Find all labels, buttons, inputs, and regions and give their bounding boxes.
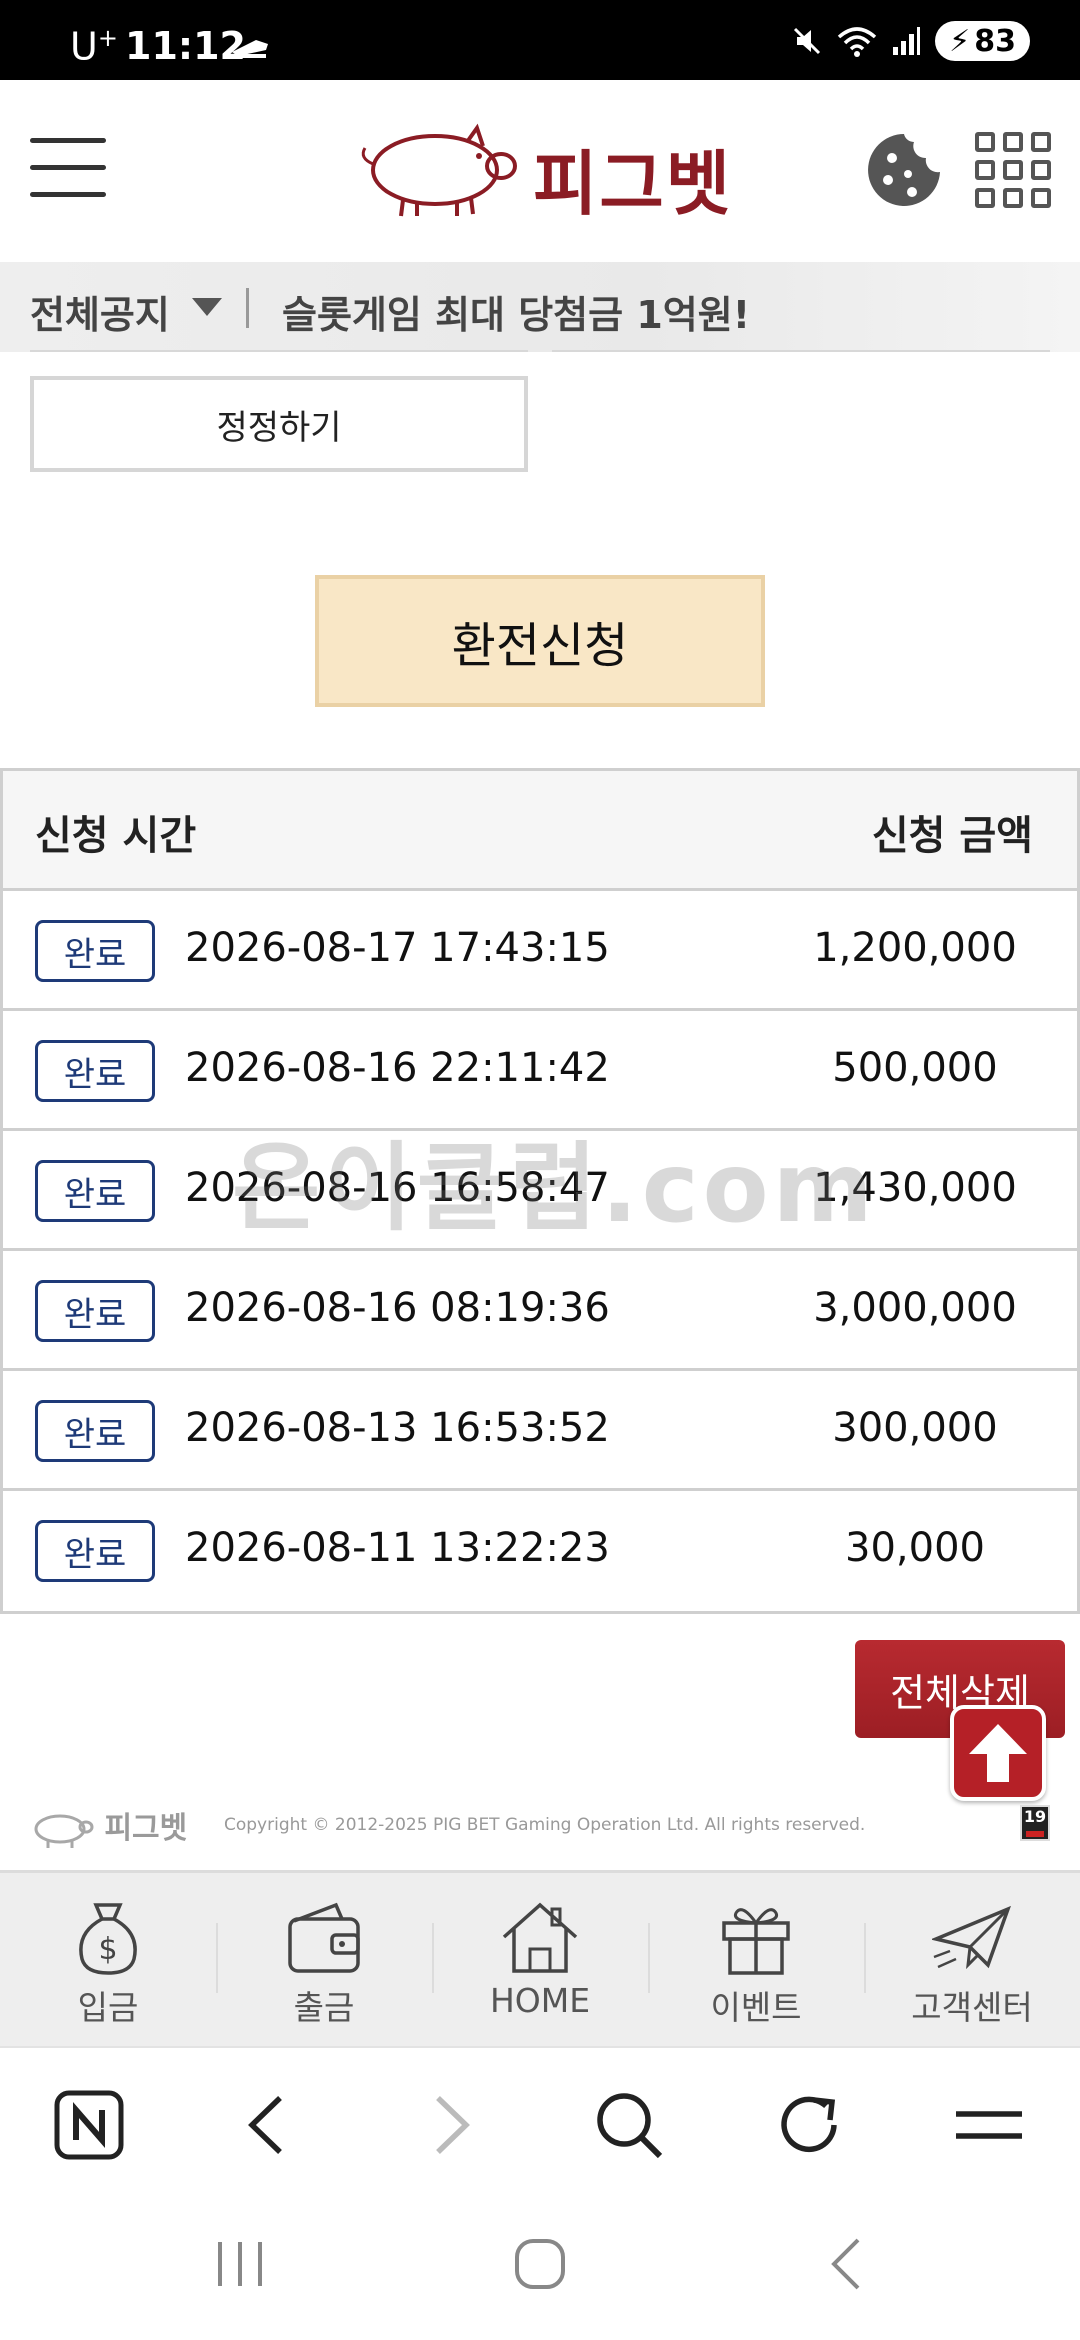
request-time: 2026-08-16 16:58:47: [185, 1165, 610, 1211]
pig-icon: [34, 1814, 94, 1848]
pig-icon: [361, 123, 517, 217]
divider: [246, 288, 249, 328]
notice-bar[interactable]: 전체공지 슬롯게임 최대 당첨금 1억원!: [0, 262, 1080, 352]
money-bag-icon: $: [79, 1903, 137, 1975]
status-badge: 완료: [35, 1520, 155, 1582]
gift-icon: [722, 1908, 790, 1975]
table-row: 완료 2026-08-11 13:22:23 30,000: [3, 1491, 1077, 1611]
menu-icon[interactable]: [30, 132, 106, 204]
nav-withdraw[interactable]: 출금: [216, 1873, 432, 2046]
footer-logo: 피그벳: [30, 1803, 187, 1849]
system-navigation: [0, 2196, 1080, 2340]
notice-text[interactable]: 슬롯게임 최대 당첨금 1억원!: [282, 284, 750, 339]
request-amount: 1,430,000: [813, 1165, 1017, 1211]
nav-home[interactable]: HOME: [432, 1873, 648, 2046]
nav-label: 출금: [293, 1988, 355, 2027]
withdrawal-history-table: 신청 시간 신청 금액 완료 2026-08-17 17:43:15 1,200…: [0, 768, 1080, 1614]
status-badge: 완료: [35, 920, 155, 982]
back-icon[interactable]: [234, 2090, 304, 2160]
status-badge: 완료: [35, 1040, 155, 1102]
nav-support[interactable]: 고객센터: [864, 1873, 1080, 2046]
search-icon[interactable]: [594, 2090, 664, 2160]
status-icons: ⚡ 83: [791, 18, 1030, 64]
menu-icon[interactable]: [954, 2090, 1024, 2160]
house-icon: [502, 1902, 578, 1973]
request-time: 2026-08-13 16:53:52: [185, 1405, 610, 1451]
chevron-down-icon[interactable]: [192, 298, 222, 316]
logo-text: 피그벳: [533, 143, 733, 225]
request-amount: 300,000: [832, 1405, 998, 1451]
refresh-icon[interactable]: [774, 2090, 844, 2160]
column-header-time: 신청 시간: [35, 813, 197, 859]
request-amount: 500,000: [832, 1045, 998, 1091]
paper-plane-icon: [932, 1905, 1011, 1970]
naver-home-icon[interactable]: [54, 2090, 124, 2160]
table-row: 완료 2026-08-13 16:53:52 300,000: [3, 1371, 1077, 1491]
request-amount: 3,000,000: [813, 1285, 1017, 1331]
nav-label: 입금: [77, 1988, 139, 2027]
divider: [552, 350, 1050, 352]
signal-icon: [893, 27, 921, 55]
exchange-request-button[interactable]: 환전신청: [315, 575, 765, 707]
site-header: 피그벳: [0, 80, 1080, 260]
back-icon[interactable]: [820, 2236, 876, 2292]
wifi-icon: [838, 27, 877, 57]
carrier: U+: [70, 24, 118, 69]
status-badge: 완료: [35, 1400, 155, 1462]
battery-indicator: ⚡ 83: [935, 21, 1030, 61]
arrow-up-icon: [969, 1724, 1027, 1782]
site-logo[interactable]: 피그벳: [355, 120, 735, 225]
recent-apps-icon[interactable]: [210, 2236, 270, 2292]
column-header-amount: 신청 금액: [871, 813, 1033, 859]
notice-category[interactable]: 전체공지: [30, 284, 170, 339]
home-icon[interactable]: [512, 2236, 568, 2292]
grid-menu-icon[interactable]: [975, 132, 1051, 208]
request-time: 2026-08-16 22:11:42: [185, 1045, 610, 1091]
nav-deposit[interactable]: $ 입금: [0, 1873, 216, 2046]
request-time: 2026-08-11 13:22:23: [185, 1525, 610, 1571]
nav-event[interactable]: 이벤트: [648, 1873, 864, 2046]
table-row: 완료 2026-08-16 08:19:36 3,000,000: [3, 1251, 1077, 1371]
charging-icon: ⚡: [949, 23, 971, 59]
wallet-icon: [288, 1902, 360, 1973]
table-row: 완료 2026-08-16 22:11:42 500,000: [3, 1011, 1077, 1131]
table-row: 완료 2026-08-17 17:43:15 1,200,000: [3, 891, 1077, 1011]
site-footer: 피그벳 Copyright © 2012-2025 PIG BET Gaming…: [0, 1795, 1080, 1855]
svg-text:$: $: [98, 1932, 117, 1967]
scroll-top-button[interactable]: [950, 1705, 1046, 1801]
request-time: 2026-08-17 17:43:15: [185, 925, 610, 971]
request-amount: 1,200,000: [813, 925, 1017, 971]
divider: [30, 350, 528, 352]
nav-label: HOME: [489, 1981, 591, 2020]
nav-label: 이벤트: [710, 1988, 802, 2027]
browser-toolbar: [0, 2046, 1080, 2196]
correct-button[interactable]: 정정하기: [30, 376, 528, 472]
cookie-icon[interactable]: [866, 132, 942, 208]
status-bar: U+ 11:12 ⚡ 83: [0, 0, 1080, 80]
table-row: 완료 2026-08-16 16:58:47 1,430,000: [3, 1131, 1077, 1251]
cloud-sync-icon: [232, 40, 268, 58]
status-badge: 완료: [35, 1160, 155, 1222]
bottom-navigation: $ 입금 출금 HOME 이벤트 고객센터: [0, 1870, 1080, 2046]
copyright-text: Copyright © 2012-2025 PIG BET Gaming Ope…: [224, 1815, 866, 1835]
nav-label: 고객센터: [911, 1988, 1033, 2027]
request-amount: 30,000: [845, 1525, 985, 1571]
age-restriction-badge: 19: [1020, 1805, 1050, 1841]
status-badge: 완료: [35, 1280, 155, 1342]
mute-icon: [794, 27, 821, 55]
table-header: 신청 시간 신청 금액: [3, 771, 1077, 891]
request-time: 2026-08-16 08:19:36: [185, 1285, 610, 1331]
forward-icon[interactable]: [414, 2090, 484, 2160]
